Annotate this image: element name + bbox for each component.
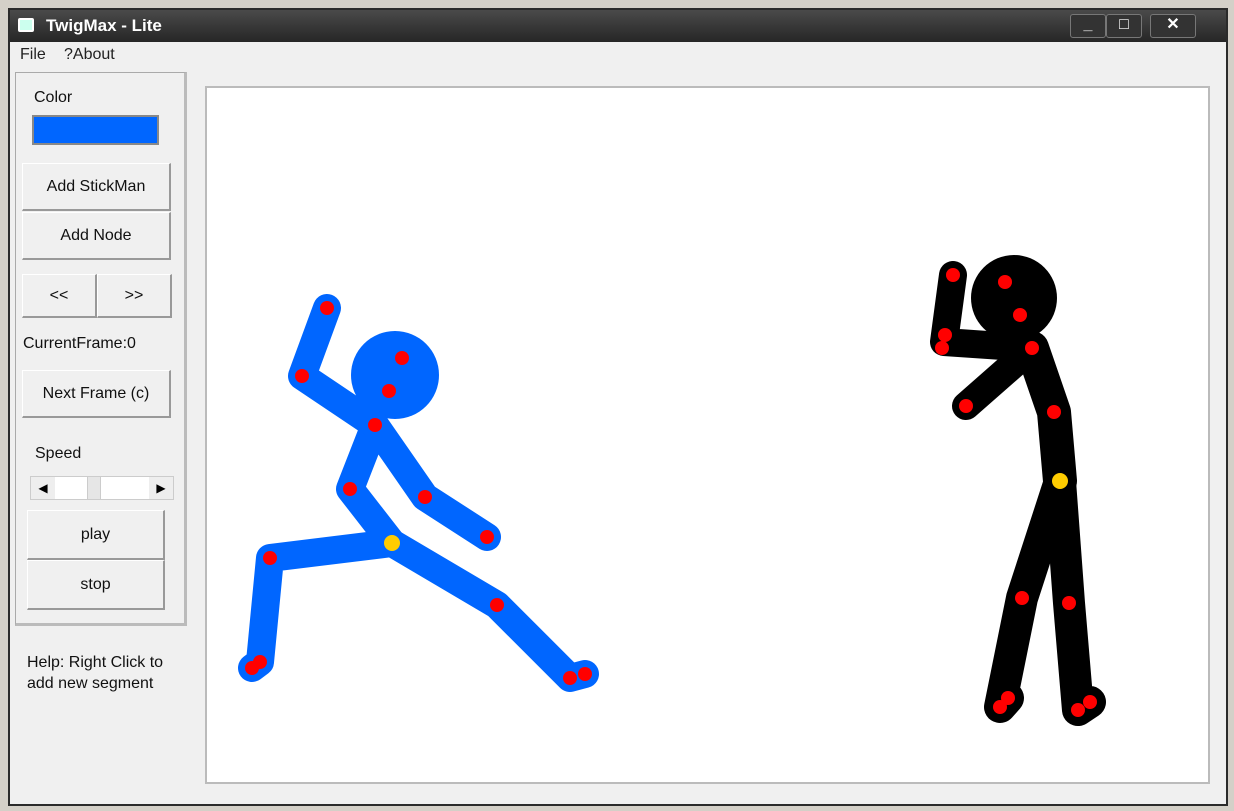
color-label: Color: [34, 89, 73, 106]
joint-node[interactable]: [938, 328, 952, 342]
joint-node[interactable]: [263, 551, 277, 565]
maximize-button[interactable]: □: [1106, 14, 1142, 38]
stop-button[interactable]: stop: [27, 560, 165, 610]
close-button[interactable]: ✕: [1150, 14, 1196, 38]
joint-node[interactable]: [998, 275, 1012, 289]
current-frame-label: CurrentFrame:0: [23, 335, 136, 352]
joint-node[interactable]: [959, 399, 973, 413]
joint-node[interactable]: [1013, 308, 1027, 322]
joint-node[interactable]: [1083, 695, 1097, 709]
joint-node[interactable]: [1025, 341, 1039, 355]
joint-node[interactable]: [480, 530, 494, 544]
add-node-button[interactable]: Add Node: [22, 212, 171, 260]
help-line: add new segment: [27, 675, 154, 692]
joint-node[interactable]: [490, 598, 504, 612]
joint-node[interactable]: [368, 418, 382, 432]
menu-bar: File ?About: [10, 42, 1226, 68]
color-picker[interactable]: [32, 115, 159, 145]
menu-about[interactable]: ?About: [64, 46, 115, 64]
speed-label: Speed: [35, 445, 82, 462]
drawing-canvas[interactable]: [205, 86, 1210, 784]
help-text: Help: Right Click to add new segment: [27, 652, 163, 694]
stickman-black[interactable]: [930, 255, 1106, 726]
app-window: TwigMax - Lite _ □ ✕ File ?About Color A…: [8, 8, 1228, 806]
joint-node[interactable]: [395, 351, 409, 365]
joint-node[interactable]: [245, 661, 259, 675]
joint-node[interactable]: [1062, 596, 1076, 610]
previous-frame-button[interactable]: <<: [22, 274, 97, 318]
root-node[interactable]: [384, 535, 400, 551]
joint-node[interactable]: [993, 700, 1007, 714]
joint-node[interactable]: [1015, 591, 1029, 605]
help-line: Help: Right Click to: [27, 654, 164, 671]
app-icon: [18, 18, 34, 32]
tool-panel: Color Add StickMan Add Node << >> Curren…: [15, 72, 187, 626]
joint-node[interactable]: [563, 671, 577, 685]
joint-node[interactable]: [578, 667, 592, 681]
title-bar[interactable]: TwigMax - Lite _ □ ✕: [10, 10, 1226, 42]
joint-node[interactable]: [1047, 405, 1061, 419]
next-frame-button[interactable]: Next Frame (c): [22, 370, 171, 418]
root-node[interactable]: [1052, 473, 1068, 489]
add-stickman-button[interactable]: Add StickMan: [22, 163, 171, 211]
joint-node[interactable]: [935, 341, 949, 355]
joint-node[interactable]: [946, 268, 960, 282]
speed-slider[interactable]: ◀ ▶: [30, 476, 174, 500]
slider-thumb[interactable]: [87, 477, 101, 499]
window-title: TwigMax - Lite: [46, 16, 162, 35]
joint-node[interactable]: [418, 490, 432, 504]
menu-file[interactable]: File: [20, 46, 46, 64]
stage-svg[interactable]: [207, 88, 1208, 782]
joint-node[interactable]: [320, 301, 334, 315]
joint-node[interactable]: [343, 482, 357, 496]
stickman-blue[interactable]: [238, 294, 599, 692]
play-button[interactable]: play: [27, 510, 165, 560]
next-frame-arrow-button[interactable]: >>: [97, 274, 172, 318]
joint-node[interactable]: [1071, 703, 1085, 717]
joint-node[interactable]: [295, 369, 309, 383]
minimize-button[interactable]: _: [1070, 14, 1106, 38]
joint-node[interactable]: [382, 384, 396, 398]
arrow-right-icon[interactable]: ▶: [149, 477, 173, 499]
arrow-left-icon[interactable]: ◀: [31, 477, 55, 499]
